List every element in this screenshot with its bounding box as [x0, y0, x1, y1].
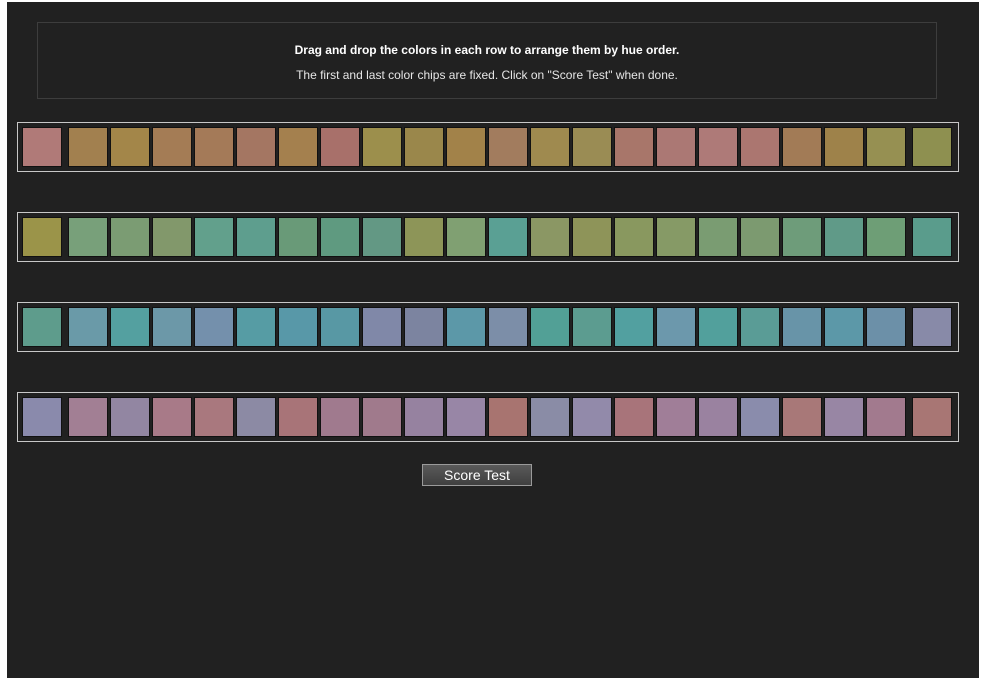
color-chip[interactable]: [572, 217, 612, 257]
color-chip[interactable]: [320, 307, 360, 347]
fixed-color-chip: [22, 127, 62, 167]
color-chip[interactable]: [446, 127, 486, 167]
color-chip[interactable]: [530, 217, 570, 257]
color-chip[interactable]: [278, 127, 318, 167]
color-chip[interactable]: [572, 397, 612, 437]
color-chip[interactable]: [782, 307, 822, 347]
fixed-color-chip: [912, 397, 952, 437]
color-chip[interactable]: [404, 127, 444, 167]
color-chip[interactable]: [530, 127, 570, 167]
color-chip[interactable]: [488, 307, 528, 347]
color-chip[interactable]: [530, 307, 570, 347]
color-chip[interactable]: [236, 127, 276, 167]
color-chip[interactable]: [404, 397, 444, 437]
color-chip[interactable]: [404, 217, 444, 257]
color-chip[interactable]: [656, 307, 696, 347]
color-chip[interactable]: [656, 397, 696, 437]
color-chip[interactable]: [68, 127, 108, 167]
color-chip[interactable]: [740, 397, 780, 437]
color-chip[interactable]: [656, 217, 696, 257]
color-chip[interactable]: [320, 217, 360, 257]
color-chip[interactable]: [194, 217, 234, 257]
color-chip[interactable]: [362, 217, 402, 257]
fixed-color-chip: [22, 307, 62, 347]
color-row-1: [17, 122, 959, 172]
color-chip[interactable]: [278, 397, 318, 437]
fixed-color-chip: [22, 397, 62, 437]
color-chip[interactable]: [698, 307, 738, 347]
color-chip[interactable]: [320, 397, 360, 437]
color-chip[interactable]: [110, 397, 150, 437]
color-chip[interactable]: [740, 307, 780, 347]
color-chip[interactable]: [68, 217, 108, 257]
color-row-3: [17, 302, 959, 352]
color-chip[interactable]: [362, 307, 402, 347]
color-chip[interactable]: [782, 127, 822, 167]
color-chip[interactable]: [194, 397, 234, 437]
color-chip[interactable]: [740, 127, 780, 167]
color-chip[interactable]: [152, 307, 192, 347]
color-chip[interactable]: [614, 217, 654, 257]
fixed-color-chip: [912, 127, 952, 167]
color-chip[interactable]: [488, 217, 528, 257]
color-chip[interactable]: [194, 307, 234, 347]
instructions-subtitle: The first and last color chips are fixed…: [296, 68, 678, 82]
color-chip[interactable]: [782, 217, 822, 257]
color-chip[interactable]: [740, 217, 780, 257]
color-chip[interactable]: [236, 397, 276, 437]
color-chip[interactable]: [866, 397, 906, 437]
color-chip[interactable]: [362, 127, 402, 167]
color-row-2: [17, 212, 959, 262]
color-chip[interactable]: [866, 307, 906, 347]
color-chip[interactable]: [236, 217, 276, 257]
color-chip[interactable]: [698, 397, 738, 437]
color-chip[interactable]: [866, 127, 906, 167]
color-chip[interactable]: [194, 127, 234, 167]
fixed-color-chip: [912, 217, 952, 257]
color-chip[interactable]: [488, 127, 528, 167]
score-test-button[interactable]: Score Test: [422, 464, 532, 486]
color-chip[interactable]: [446, 217, 486, 257]
color-chip[interactable]: [614, 397, 654, 437]
color-chip[interactable]: [110, 307, 150, 347]
color-chip[interactable]: [152, 127, 192, 167]
color-chip[interactable]: [698, 217, 738, 257]
color-chip[interactable]: [68, 397, 108, 437]
color-chip[interactable]: [68, 307, 108, 347]
test-panel: Drag and drop the colors in each row to …: [7, 2, 979, 678]
color-chip[interactable]: [110, 127, 150, 167]
color-chip[interactable]: [278, 217, 318, 257]
color-chip[interactable]: [236, 307, 276, 347]
fixed-color-chip: [22, 217, 62, 257]
color-chip[interactable]: [824, 307, 864, 347]
color-chip[interactable]: [362, 397, 402, 437]
color-chip[interactable]: [614, 127, 654, 167]
color-chip[interactable]: [152, 397, 192, 437]
color-chip[interactable]: [656, 127, 696, 167]
fixed-color-chip: [912, 307, 952, 347]
color-chip[interactable]: [824, 217, 864, 257]
color-chip[interactable]: [824, 127, 864, 167]
color-chip[interactable]: [278, 307, 318, 347]
color-chip[interactable]: [530, 397, 570, 437]
color-chip[interactable]: [320, 127, 360, 167]
color-chip[interactable]: [824, 397, 864, 437]
color-chip[interactable]: [866, 217, 906, 257]
instructions-box: Drag and drop the colors in each row to …: [37, 22, 937, 99]
color-row-4: [17, 392, 959, 442]
color-chip[interactable]: [572, 307, 612, 347]
color-chip[interactable]: [782, 397, 822, 437]
color-chip[interactable]: [488, 397, 528, 437]
color-chip[interactable]: [614, 307, 654, 347]
color-chip[interactable]: [698, 127, 738, 167]
instructions-title: Drag and drop the colors in each row to …: [294, 43, 680, 57]
color-chip[interactable]: [446, 397, 486, 437]
color-chip[interactable]: [110, 217, 150, 257]
color-chip[interactable]: [152, 217, 192, 257]
color-chip[interactable]: [446, 307, 486, 347]
color-chip[interactable]: [404, 307, 444, 347]
color-chip[interactable]: [572, 127, 612, 167]
